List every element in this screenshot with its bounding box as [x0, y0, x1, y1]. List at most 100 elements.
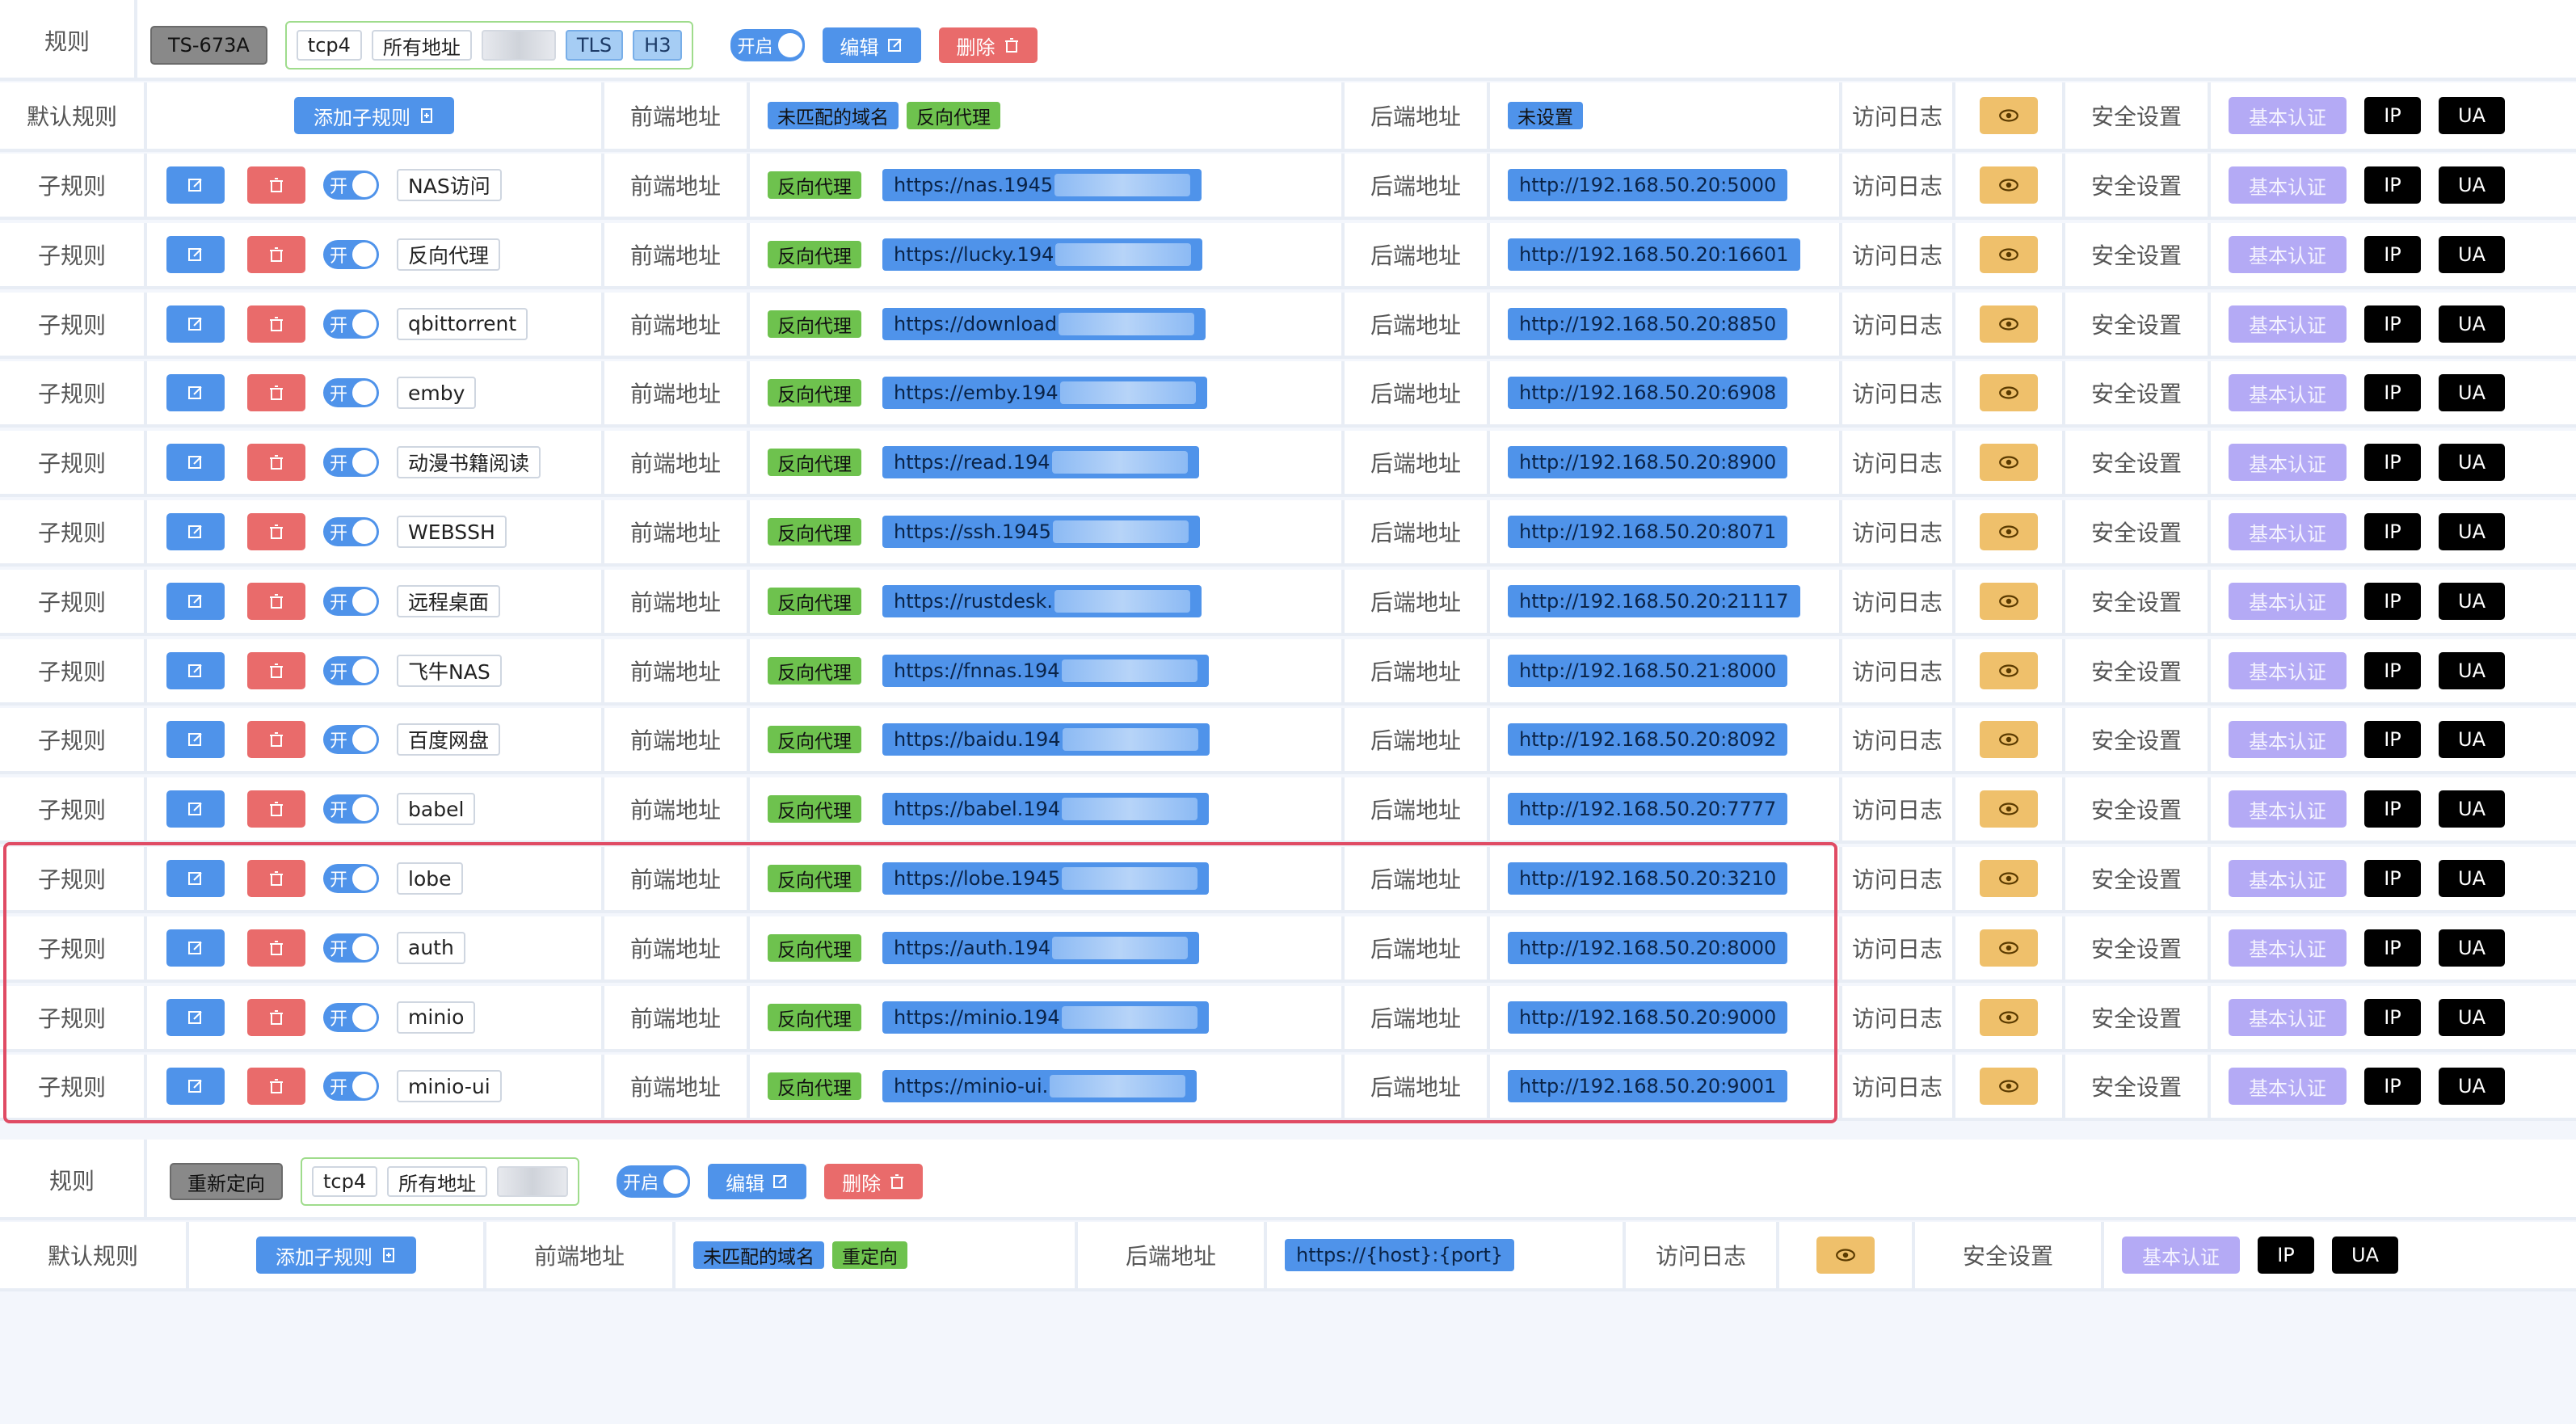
basic-auth-button[interactable]: 基本认证 [2229, 721, 2347, 759]
view-log-button[interactable] [1980, 513, 2038, 550]
view-log-button[interactable] [1980, 305, 2038, 343]
view-log-button[interactable] [1980, 582, 2038, 620]
sub-switch[interactable]: 开 [323, 1002, 380, 1032]
view-log-button[interactable] [1980, 860, 2038, 897]
ip-button[interactable]: IP [2364, 651, 2421, 689]
basic-auth-button[interactable]: 基本认证 [2229, 444, 2347, 482]
sub-switch[interactable]: 开 [323, 864, 380, 893]
ua-button[interactable]: UA [2439, 513, 2505, 550]
ua-button[interactable]: UA [2332, 1237, 2398, 1274]
rule2-switch[interactable]: 开启 [617, 1165, 691, 1198]
basic-auth-button[interactable]: 基本认证 [2229, 1068, 2347, 1106]
rule1-edit-button[interactable]: 编辑 [822, 27, 921, 63]
sub-delete-button[interactable] [247, 790, 305, 828]
ua-button[interactable]: UA [2439, 790, 2505, 828]
sub-switch[interactable]: 开 [323, 309, 380, 339]
sub-switch[interactable]: 开 [323, 794, 380, 824]
ip-button[interactable]: IP [2364, 513, 2421, 550]
view-log-button[interactable] [1980, 166, 2038, 204]
view-log-button[interactable] [1980, 790, 2038, 828]
basic-auth-button[interactable]: 基本认证 [2229, 790, 2347, 828]
add-sub-rule-button[interactable]: 添加子规则 [294, 97, 454, 134]
rule2-delete-button[interactable]: 删除 [824, 1164, 924, 1199]
basic-auth-button[interactable]: 基本认证 [2229, 235, 2347, 273]
sub-delete-button[interactable] [247, 582, 305, 620]
rule1-switch[interactable]: 开启 [730, 29, 805, 61]
sub-delete-button[interactable] [247, 444, 305, 482]
sub-switch[interactable]: 开 [323, 933, 380, 963]
sub-switch[interactable]: 开 [323, 517, 380, 546]
ua-button[interactable]: UA [2439, 374, 2505, 412]
sub-switch[interactable]: 开 [323, 586, 380, 616]
add-sub-rule-button[interactable]: 添加子规则 [256, 1237, 416, 1274]
sub-edit-button[interactable] [166, 721, 225, 759]
sub-switch[interactable]: 开 [323, 725, 380, 755]
sub-delete-button[interactable] [247, 166, 305, 204]
ip-button[interactable]: IP [2364, 374, 2421, 412]
view-log-button[interactable] [1980, 374, 2038, 412]
ua-button[interactable]: UA [2439, 305, 2505, 343]
sub-delete-button[interactable] [247, 374, 305, 412]
sub-delete-button[interactable] [247, 305, 305, 343]
rule2-edit-button[interactable]: 编辑 [708, 1164, 807, 1199]
ua-button[interactable]: UA [2439, 582, 2505, 620]
ip-button[interactable]: IP [2258, 1237, 2314, 1274]
sub-delete-button[interactable] [247, 651, 305, 689]
ip-button[interactable]: IP [2364, 235, 2421, 273]
ua-button[interactable]: UA [2439, 998, 2505, 1036]
view-log-button[interactable] [1980, 929, 2038, 967]
basic-auth-button[interactable]: 基本认证 [2229, 166, 2347, 204]
rule1-delete-button[interactable]: 删除 [938, 27, 1038, 63]
sub-delete-button[interactable] [247, 929, 305, 967]
basic-auth-button[interactable]: 基本认证 [2229, 374, 2347, 412]
ip-button[interactable]: IP [2364, 998, 2421, 1036]
sub-edit-button[interactable] [166, 444, 225, 482]
ua-button[interactable]: UA [2439, 235, 2505, 273]
sub-switch[interactable]: 开 [323, 171, 380, 200]
view-log-button[interactable] [1980, 97, 2038, 134]
sub-edit-button[interactable] [166, 998, 225, 1036]
ip-button[interactable]: IP [2364, 721, 2421, 759]
sub-edit-button[interactable] [166, 1068, 225, 1106]
view-log-button[interactable] [1980, 1068, 2038, 1106]
view-log-button[interactable] [1980, 235, 2038, 273]
ip-button[interactable]: IP [2364, 305, 2421, 343]
ua-button[interactable]: UA [2439, 860, 2505, 897]
basic-auth-button[interactable]: 基本认证 [2229, 97, 2347, 134]
ua-button[interactable]: UA [2439, 97, 2505, 134]
sub-switch[interactable]: 开 [323, 1072, 380, 1102]
sub-edit-button[interactable] [166, 790, 225, 828]
basic-auth-button[interactable]: 基本认证 [2229, 651, 2347, 689]
sub-edit-button[interactable] [166, 582, 225, 620]
view-log-button[interactable] [1980, 651, 2038, 689]
basic-auth-button[interactable]: 基本认证 [2229, 929, 2347, 967]
basic-auth-button[interactable]: 基本认证 [2122, 1237, 2240, 1274]
ua-button[interactable]: UA [2439, 929, 2505, 967]
ua-button[interactable]: UA [2439, 444, 2505, 482]
sub-edit-button[interactable] [166, 374, 225, 412]
view-log-button[interactable] [1980, 721, 2038, 759]
sub-switch[interactable]: 开 [323, 378, 380, 408]
sub-edit-button[interactable] [166, 235, 225, 273]
ip-button[interactable]: IP [2364, 790, 2421, 828]
basic-auth-button[interactable]: 基本认证 [2229, 513, 2347, 550]
sub-delete-button[interactable] [247, 1068, 305, 1106]
sub-edit-button[interactable] [166, 305, 225, 343]
view-log-button[interactable] [1980, 444, 2038, 482]
basic-auth-button[interactable]: 基本认证 [2229, 305, 2347, 343]
ip-button[interactable]: IP [2364, 582, 2421, 620]
ip-button[interactable]: IP [2364, 929, 2421, 967]
sub-switch[interactable]: 开 [323, 448, 380, 478]
ua-button[interactable]: UA [2439, 166, 2505, 204]
sub-delete-button[interactable] [247, 235, 305, 273]
ua-button[interactable]: UA [2439, 651, 2505, 689]
sub-delete-button[interactable] [247, 860, 305, 897]
sub-edit-button[interactable] [166, 651, 225, 689]
sub-edit-button[interactable] [166, 513, 225, 550]
sub-edit-button[interactable] [166, 929, 225, 967]
basic-auth-button[interactable]: 基本认证 [2229, 582, 2347, 620]
ua-button[interactable]: UA [2439, 1068, 2505, 1106]
basic-auth-button[interactable]: 基本认证 [2229, 860, 2347, 897]
sub-edit-button[interactable] [166, 166, 225, 204]
ip-button[interactable]: IP [2364, 97, 2421, 134]
